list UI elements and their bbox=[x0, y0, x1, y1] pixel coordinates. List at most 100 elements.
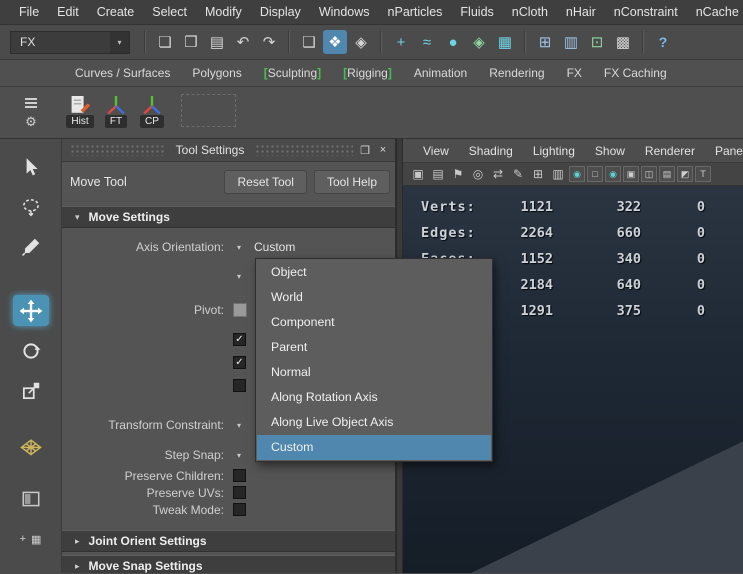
history-icon[interactable]: ⊞ bbox=[533, 30, 557, 54]
viewport-menu-item[interactable]: Panels bbox=[705, 144, 743, 158]
render-view-icon[interactable]: ▥ bbox=[559, 30, 583, 54]
lasso-tool-button[interactable] bbox=[13, 191, 49, 222]
paint-select-tool-button[interactable] bbox=[13, 231, 49, 262]
shelf-tab[interactable]: Animation bbox=[403, 60, 478, 86]
snap-curve-icon[interactable]: ≈ bbox=[415, 30, 439, 54]
move-settings-header[interactable]: ▾ Move Settings bbox=[62, 206, 395, 228]
menu-item[interactable]: Modify bbox=[196, 0, 251, 25]
menu-item[interactable]: Create bbox=[88, 0, 144, 25]
gear-icon[interactable]: ⚙ bbox=[25, 114, 37, 130]
tool-help-button[interactable]: Tool Help bbox=[314, 170, 390, 194]
select-object-icon[interactable]: ❖ bbox=[323, 30, 347, 54]
redo-icon[interactable]: ↷ bbox=[257, 30, 281, 54]
pan-zoom-icon[interactable]: ⇄ bbox=[489, 167, 507, 181]
display-toggle-button[interactable]: ▤ bbox=[659, 166, 675, 182]
film-gate-icon[interactable]: ▤ bbox=[429, 167, 447, 181]
display-toggle-button[interactable]: □ bbox=[587, 166, 603, 182]
menu-item[interactable]: nCache bbox=[687, 0, 743, 25]
viewport-menu-item[interactable]: Renderer bbox=[635, 144, 705, 158]
shelf-item-ft[interactable]: FT bbox=[98, 92, 134, 138]
viewport-menu-item[interactable]: Show bbox=[585, 144, 635, 158]
menu-item[interactable]: Windows bbox=[310, 0, 379, 25]
shelf-menu-icon[interactable] bbox=[25, 96, 37, 110]
menu-item[interactable]: Select bbox=[143, 0, 196, 25]
menu-item[interactable]: nHair bbox=[557, 0, 605, 25]
reset-tool-button[interactable]: Reset Tool bbox=[224, 170, 306, 194]
combo-arrow-icon[interactable]: ▾ bbox=[230, 451, 248, 460]
dropdown-option[interactable]: Custom bbox=[257, 435, 491, 460]
make-live-icon[interactable]: ▦ bbox=[493, 30, 517, 54]
undo-icon[interactable]: ↶ bbox=[231, 30, 255, 54]
grid-layout-icon[interactable]: ▦ bbox=[31, 533, 41, 546]
axis-orientation-value[interactable]: Custom bbox=[248, 240, 295, 254]
menuset-dropdown[interactable]: FX ▾ bbox=[10, 31, 130, 54]
snap-grid-icon[interactable]: + bbox=[389, 30, 413, 54]
menu-item[interactable]: File bbox=[10, 0, 48, 25]
add-layout-icon[interactable]: + bbox=[20, 533, 26, 546]
shelf-item-cp[interactable]: CP bbox=[134, 92, 170, 138]
close-icon[interactable]: × bbox=[376, 143, 390, 157]
display-toggle-button[interactable]: ▣ bbox=[623, 166, 639, 182]
viewport-menu-item[interactable]: View bbox=[413, 144, 459, 158]
display-toggle-button[interactable]: ◉ bbox=[569, 166, 585, 182]
menu-item[interactable]: Fluids bbox=[451, 0, 502, 25]
pivot-control[interactable] bbox=[233, 303, 247, 317]
dropdown-option[interactable]: Object bbox=[257, 260, 491, 285]
checkbox-unchecked[interactable] bbox=[233, 379, 246, 392]
shelf-tab[interactable]: Curves / Surfaces bbox=[64, 60, 181, 86]
snap-plane-icon[interactable]: ◈ bbox=[467, 30, 491, 54]
menu-item[interactable]: Edit bbox=[48, 0, 88, 25]
dropdown-option[interactable]: Along Rotation Axis bbox=[257, 385, 491, 410]
dropdown-option[interactable]: World bbox=[257, 285, 491, 310]
shelf-tab[interactable]: FX bbox=[556, 60, 593, 86]
open-scene-icon[interactable]: ❒ bbox=[179, 30, 203, 54]
select-hierarchy-icon[interactable]: ❑ bbox=[297, 30, 321, 54]
display-toggle-button[interactable]: T bbox=[695, 166, 711, 182]
checkbox-unchecked[interactable] bbox=[233, 503, 246, 516]
float-panel-icon[interactable]: ❐ bbox=[358, 143, 372, 157]
shelf-tab[interactable]: [Rigging] bbox=[332, 60, 403, 86]
checkbox-unchecked[interactable] bbox=[233, 469, 246, 482]
dropdown-option[interactable]: Along Live Object Axis bbox=[257, 410, 491, 435]
checkbox-checked[interactable]: ✓ bbox=[233, 333, 246, 346]
dropdown-option[interactable]: Component bbox=[257, 310, 491, 335]
new-scene-icon[interactable]: ❏ bbox=[153, 30, 177, 54]
checkbox-unchecked[interactable] bbox=[233, 486, 246, 499]
checkbox-checked[interactable]: ✓ bbox=[233, 356, 246, 369]
menu-item[interactable]: Display bbox=[251, 0, 310, 25]
menu-item[interactable]: nCloth bbox=[503, 0, 557, 25]
rotate-tool-button[interactable] bbox=[13, 335, 49, 366]
shelf-tab[interactable]: Polygons bbox=[181, 60, 252, 86]
film-strip-icon[interactable]: ▥ bbox=[549, 167, 567, 181]
shelf-item-hist[interactable]: Hist bbox=[62, 92, 98, 138]
tool-settings-titlebar[interactable]: Tool Settings ❐ × bbox=[62, 139, 395, 162]
shelf-tab[interactable]: FX Caching bbox=[593, 60, 678, 86]
viewport-menu-item[interactable]: Shading bbox=[459, 144, 523, 158]
pane-layout-button[interactable] bbox=[13, 483, 49, 514]
menu-item[interactable]: nConstraint bbox=[605, 0, 687, 25]
move-tool-button[interactable] bbox=[13, 295, 49, 326]
select-tool-button[interactable] bbox=[13, 151, 49, 182]
dropdown-option[interactable]: Parent bbox=[257, 335, 491, 360]
render-settings-icon[interactable]: ▩ bbox=[611, 30, 635, 54]
pencil-icon[interactable]: ✎ bbox=[509, 167, 527, 181]
joint-orient-settings-header[interactable]: ▸ Joint Orient Settings bbox=[62, 530, 395, 552]
shelf-tab[interactable]: Rendering bbox=[478, 60, 555, 86]
display-toggle-button[interactable]: ◩ bbox=[677, 166, 693, 182]
ipr-render-icon[interactable]: ⊡ bbox=[585, 30, 609, 54]
combo-arrow-icon[interactable]: ▾ bbox=[230, 272, 248, 281]
light-icon[interactable]: ◎ bbox=[469, 167, 487, 181]
menu-item[interactable]: nParticles bbox=[379, 0, 452, 25]
move-snap-settings-header[interactable]: ▸ Move Snap Settings bbox=[62, 555, 395, 573]
last-tool-button[interactable] bbox=[13, 429, 49, 460]
scale-tool-button[interactable] bbox=[13, 375, 49, 406]
bookmark-icon[interactable]: ⚑ bbox=[449, 167, 467, 181]
viewport-menu-item[interactable]: Lighting bbox=[523, 144, 585, 158]
select-component-icon[interactable]: ◈ bbox=[349, 30, 373, 54]
snap-point-icon[interactable]: ● bbox=[441, 30, 465, 54]
shelf-tab[interactable]: [Sculpting] bbox=[253, 60, 332, 86]
grid-icon[interactable]: ⊞ bbox=[529, 167, 547, 181]
save-scene-icon[interactable]: ▤ bbox=[205, 30, 229, 54]
display-toggle-button[interactable]: ◉ bbox=[605, 166, 621, 182]
camera-icon[interactable]: ▣ bbox=[409, 167, 427, 181]
